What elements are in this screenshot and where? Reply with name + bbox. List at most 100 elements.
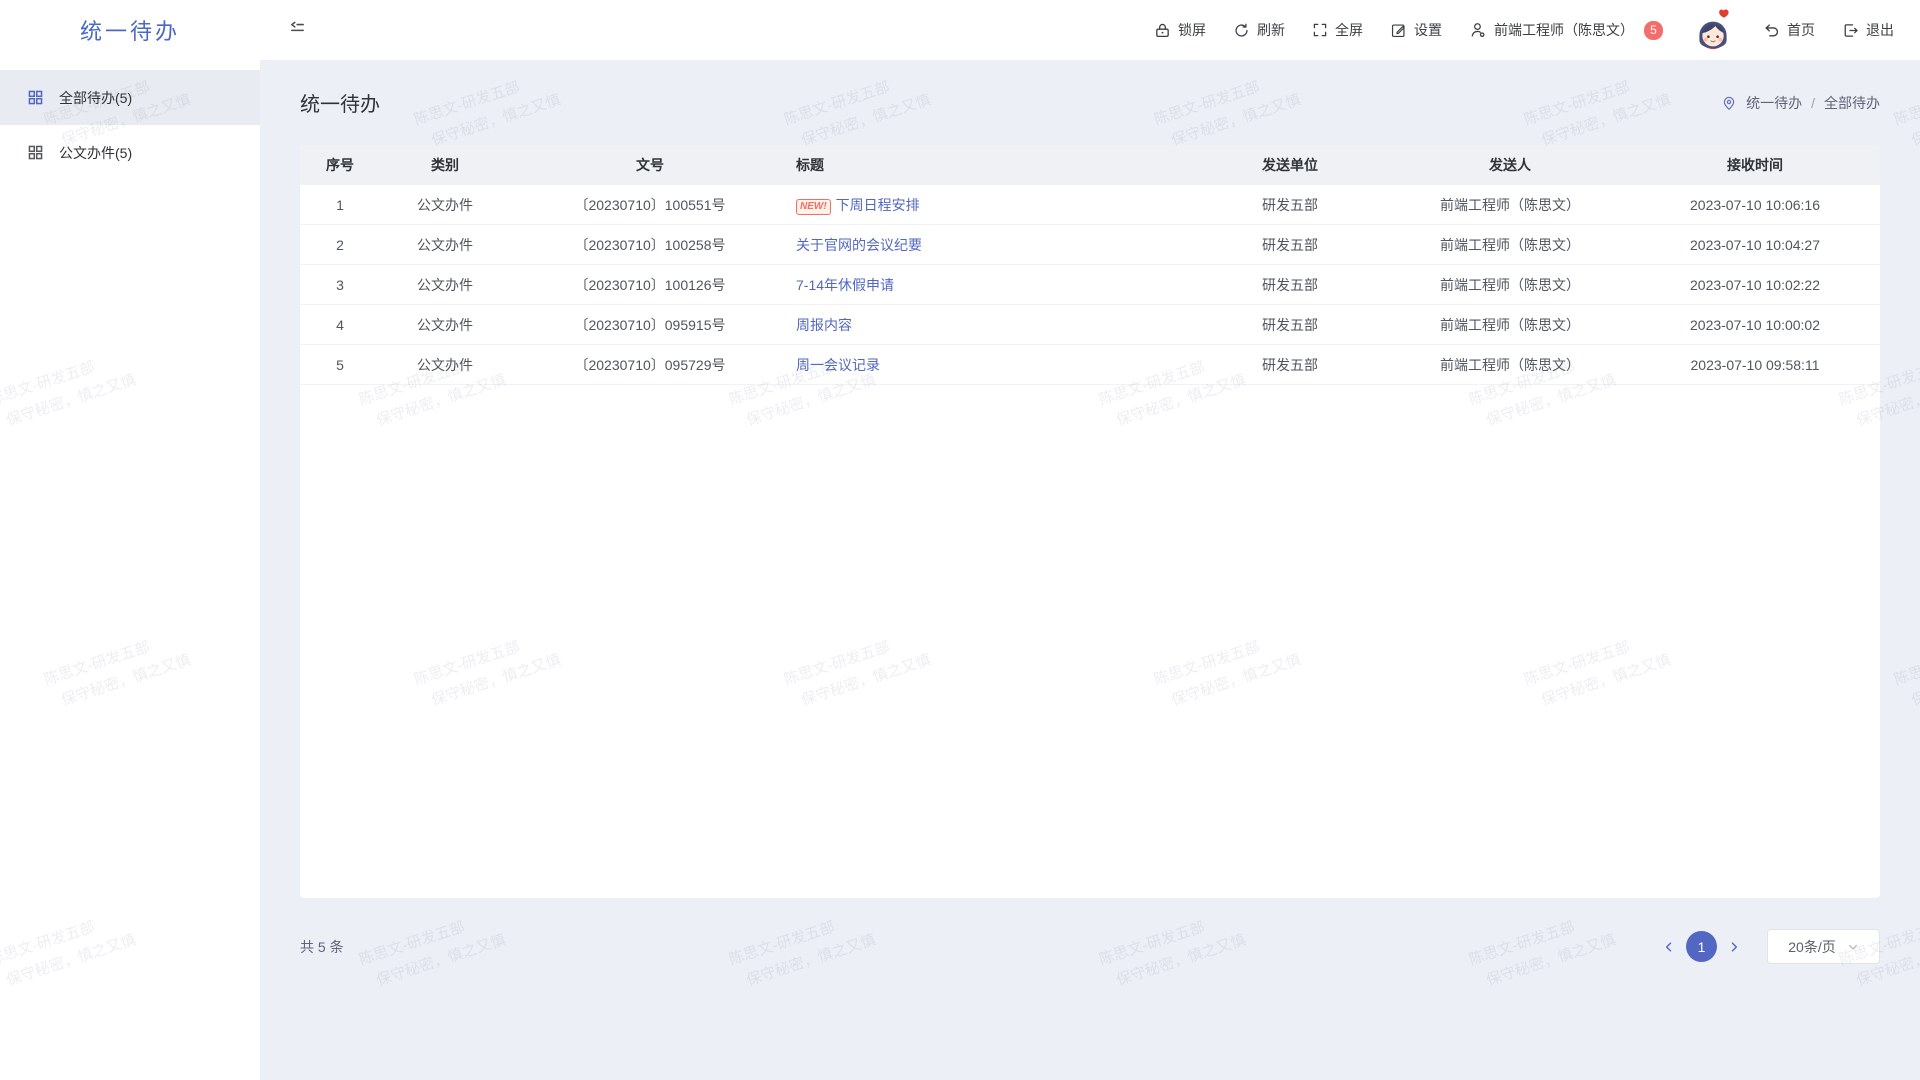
cell-unit: 研发五部 bbox=[1190, 355, 1390, 375]
cell-category: 公文办件 bbox=[380, 195, 510, 215]
lock-screen-button[interactable]: 锁屏 bbox=[1154, 20, 1206, 40]
doc-title-link[interactable]: 关于官网的会议纪要 bbox=[796, 237, 922, 253]
col-header-sender: 发送人 bbox=[1390, 155, 1630, 175]
sidebar-collapse-button[interactable] bbox=[288, 18, 307, 42]
next-page-button[interactable] bbox=[1717, 940, 1751, 954]
fullscreen-label: 全屏 bbox=[1335, 20, 1363, 40]
cell-sender: 前端工程师（陈思文） bbox=[1390, 315, 1630, 335]
cell-doc-no: 〔20230710〕100551号 bbox=[510, 195, 790, 215]
refresh-icon bbox=[1233, 22, 1250, 39]
table-row: 1 公文办件 〔20230710〕100551号 NEW!下周日程安排 研发五部… bbox=[300, 185, 1880, 225]
cell-sender: 前端工程师（陈思文） bbox=[1390, 235, 1630, 255]
cell-sender: 前端工程师（陈思文） bbox=[1390, 275, 1630, 295]
total-count: 共 5 条 bbox=[300, 937, 344, 957]
cell-category: 公文办件 bbox=[380, 315, 510, 335]
col-header-unit: 发送单位 bbox=[1190, 155, 1390, 175]
page-number-active[interactable]: 1 bbox=[1686, 931, 1717, 962]
settings-button[interactable]: 设置 bbox=[1390, 20, 1442, 40]
back-home-icon bbox=[1763, 22, 1780, 39]
col-header-category: 类别 bbox=[380, 155, 510, 175]
user-name-label: 前端工程师（陈思文） bbox=[1494, 20, 1634, 40]
page-title: 统一待办 bbox=[300, 88, 380, 117]
table-row: 4 公文办件 〔20230710〕095915号 周报内容 研发五部 前端工程师… bbox=[300, 305, 1880, 345]
user-icon bbox=[1469, 21, 1487, 39]
page-size-value: 20条/页 bbox=[1788, 937, 1835, 957]
cell-seq: 4 bbox=[300, 317, 380, 333]
location-pin-icon bbox=[1721, 95, 1737, 111]
new-badge: NEW! bbox=[796, 199, 831, 215]
fullscreen-button[interactable]: 全屏 bbox=[1312, 20, 1363, 40]
breadcrumb-root[interactable]: 统一待办 bbox=[1746, 93, 1802, 113]
logout-label: 退出 bbox=[1866, 20, 1894, 40]
cell-category: 公文办件 bbox=[380, 275, 510, 295]
app-logo[interactable]: 统一待办 bbox=[0, 14, 260, 46]
menu-fold-icon bbox=[288, 18, 307, 42]
cell-title: 7-14年休假申请 bbox=[790, 275, 1190, 295]
cell-doc-no: 〔20230710〕095915号 bbox=[510, 315, 790, 335]
cell-seq: 3 bbox=[300, 277, 380, 293]
cell-title: NEW! 下周日程安排 bbox=[790, 195, 1190, 215]
grid-icon bbox=[27, 89, 44, 106]
table-row: 3 公文办件 〔20230710〕100126号 7-14年休假申请 研发五部 … bbox=[300, 265, 1880, 305]
sidebar: 全部待办(5) 公文办件(5) bbox=[0, 60, 260, 1080]
col-header-doc-no: 文号 bbox=[510, 155, 790, 175]
cell-doc-no: 〔20230710〕100126号 bbox=[510, 275, 790, 295]
cell-category: 公文办件 bbox=[380, 235, 510, 255]
doc-title-link[interactable]: 下周日程安排 bbox=[836, 197, 920, 213]
logout-icon bbox=[1842, 22, 1859, 39]
cell-time: 2023-07-10 10:00:02 bbox=[1630, 317, 1880, 333]
cell-doc-no: 〔20230710〕100258号 bbox=[510, 235, 790, 255]
cell-sender: 前端工程师（陈思文） bbox=[1390, 355, 1630, 375]
grid-icon bbox=[27, 144, 44, 161]
cell-time: 2023-07-10 10:04:27 bbox=[1630, 237, 1880, 253]
fullscreen-icon bbox=[1312, 22, 1328, 38]
cell-seq: 5 bbox=[300, 357, 380, 373]
cell-sender: 前端工程师（陈思文） bbox=[1390, 195, 1630, 215]
table-row: 2 公文办件 〔20230710〕100258号 关于官网的会议纪要 研发五部 … bbox=[300, 225, 1880, 265]
breadcrumb-current: 全部待办 bbox=[1824, 93, 1880, 113]
cell-time: 2023-07-10 10:02:22 bbox=[1630, 277, 1880, 293]
settings-label: 设置 bbox=[1414, 20, 1442, 40]
avatar-heart bbox=[1719, 9, 1728, 17]
cell-title: 周一会议记录 bbox=[790, 355, 1190, 375]
sidebar-item-all-todos[interactable]: 全部待办(5) bbox=[0, 70, 260, 125]
cell-seq: 2 bbox=[300, 237, 380, 253]
sidebar-item-official-docs[interactable]: 公文办件(5) bbox=[0, 125, 260, 180]
refresh-button[interactable]: 刷新 bbox=[1233, 20, 1285, 40]
todo-table-card: 序号 类别 文号 标题 发送单位 发送人 接收时间 1 公文办件 〔202307… bbox=[300, 145, 1880, 898]
col-header-title: 标题 bbox=[790, 155, 1190, 175]
list-footer: 共 5 条 1 20条/页 bbox=[300, 929, 1880, 964]
lock-screen-label: 锁屏 bbox=[1178, 20, 1206, 40]
col-header-seq: 序号 bbox=[300, 155, 380, 175]
cell-time: 2023-07-10 09:58:11 bbox=[1630, 357, 1880, 373]
pagination: 1 20条/页 bbox=[1652, 929, 1880, 964]
refresh-label: 刷新 bbox=[1257, 20, 1285, 40]
cell-title: 关于官网的会议纪要 bbox=[790, 235, 1190, 255]
cell-doc-no: 〔20230710〕095729号 bbox=[510, 355, 790, 375]
cell-category: 公文办件 bbox=[380, 355, 510, 375]
cell-unit: 研发五部 bbox=[1190, 235, 1390, 255]
table-header-row: 序号 类别 文号 标题 发送单位 发送人 接收时间 bbox=[300, 145, 1880, 185]
breadcrumb: 统一待办 / 全部待办 bbox=[1721, 93, 1880, 113]
cell-unit: 研发五部 bbox=[1190, 315, 1390, 335]
current-user[interactable]: 前端工程师（陈思文） 5 bbox=[1469, 20, 1663, 40]
chevron-down-icon bbox=[1847, 941, 1859, 953]
sidebar-item-label: 公文办件(5) bbox=[59, 143, 132, 163]
cell-title: 周报内容 bbox=[790, 315, 1190, 335]
doc-title-link[interactable]: 周报内容 bbox=[796, 317, 852, 333]
doc-title-link[interactable]: 7-14年休假申请 bbox=[796, 277, 894, 293]
prev-page-button[interactable] bbox=[1652, 940, 1686, 954]
sidebar-item-label: 全部待办(5) bbox=[59, 88, 132, 108]
main-content: 统一待办 统一待办 / 全部待办 序号 类别 文号 标题 发送单位 发送人 接收… bbox=[260, 60, 1920, 1080]
home-button[interactable]: 首页 bbox=[1763, 20, 1815, 40]
page-size-select[interactable]: 20条/页 bbox=[1767, 929, 1880, 964]
header-actions: 锁屏 刷新 全屏 bbox=[1154, 7, 1920, 53]
settings-edit-icon bbox=[1390, 22, 1407, 39]
cell-unit: 研发五部 bbox=[1190, 195, 1390, 215]
logout-button[interactable]: 退出 bbox=[1842, 20, 1894, 40]
col-header-time: 接收时间 bbox=[1630, 155, 1880, 175]
user-avatar[interactable] bbox=[1690, 7, 1736, 53]
doc-title-link[interactable]: 周一会议记录 bbox=[796, 357, 880, 373]
app-header: 统一待办 锁屏 bbox=[0, 0, 1920, 60]
cell-time: 2023-07-10 10:06:16 bbox=[1630, 197, 1880, 213]
